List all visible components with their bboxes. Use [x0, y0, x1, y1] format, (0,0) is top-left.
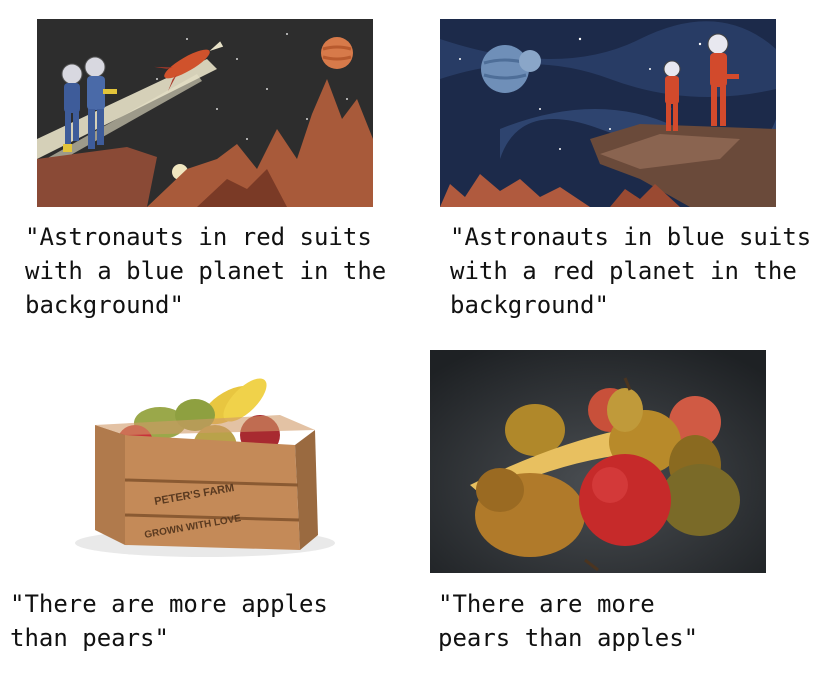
- astronauts-blue-suits-image: [37, 19, 373, 207]
- astronauts-red-suits-image: [440, 19, 776, 207]
- caption-top-right: "Astronauts in blue suits with a red pla…: [450, 223, 812, 319]
- pears-apples-image: [430, 350, 766, 573]
- caption-bottom-left: "There are more apples than pears": [10, 590, 328, 652]
- caption-bottom-right: "There are more pears than apples": [438, 590, 699, 652]
- fruit-crate-image: PETER'S FARM GROWN WITH LOVE: [40, 345, 370, 565]
- caption-top-left: "Astronauts in red suits with a blue pla…: [25, 223, 387, 319]
